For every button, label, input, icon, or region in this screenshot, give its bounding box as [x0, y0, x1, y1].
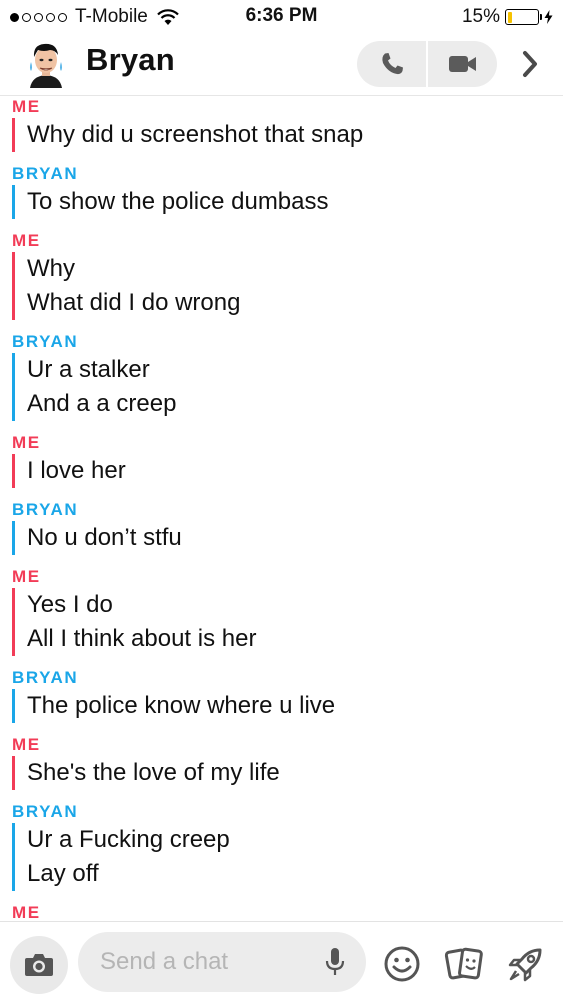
- chat-message[interactable]: To show the police dumbass: [15, 185, 563, 219]
- battery-fill: [507, 11, 512, 23]
- stickers-icon: [444, 947, 483, 980]
- message-group-me: ME Why What did I do wrong: [12, 230, 563, 320]
- sender-label: BRYAN: [12, 332, 79, 351]
- message-list: No u don’t stfu: [12, 521, 563, 555]
- message-group-bryan: BRYAN The police know where u live: [12, 667, 563, 723]
- message-group-bryan: BRYAN To show the police dumbass: [12, 163, 563, 219]
- sender-label: BRYAN: [12, 500, 79, 519]
- message-list: To show the police dumbass: [12, 185, 563, 219]
- chat-message[interactable]: Ur a stalker: [15, 353, 563, 387]
- chat-message[interactable]: Lay off: [15, 857, 563, 891]
- message-group-me: ME I love her: [12, 432, 563, 488]
- sender-label: BRYAN: [12, 802, 79, 821]
- video-icon: [448, 56, 476, 72]
- chevron-right-icon: [523, 51, 537, 77]
- message-list: Ur a stalker And a a creep: [12, 353, 563, 421]
- rocket-button[interactable]: [506, 944, 546, 984]
- chat-message[interactable]: I love her: [15, 454, 563, 488]
- chat-message[interactable]: No u don’t stfu: [15, 521, 563, 555]
- chat-transcript[interactable]: ME Why did u screenshot that snap BRYAN To …: [0, 96, 563, 921]
- chat-message[interactable]: Yes I do: [15, 588, 563, 622]
- chat-header: Bryan: [0, 34, 563, 96]
- message-group-me: ME Why did u screenshot that snap: [12, 96, 563, 152]
- chat-message[interactable]: What did I do wrong: [15, 286, 563, 320]
- chat-message[interactable]: All I think about is her: [15, 622, 563, 656]
- smiley-button[interactable]: [382, 944, 422, 984]
- stickers-button[interactable]: [444, 944, 484, 984]
- chat-input-placeholder: Send a chat: [100, 948, 229, 975]
- message-list: Yes I do All I think about is her: [12, 588, 563, 656]
- sender-label: ME: [12, 231, 41, 250]
- message-group-me: ME Yes I do All I think about is her: [12, 566, 563, 656]
- battery-icon: [505, 9, 542, 25]
- message-list: I love her: [12, 454, 563, 488]
- phone-icon: [381, 53, 403, 75]
- voice-call-button[interactable]: [357, 41, 426, 87]
- contact-name[interactable]: Bryan: [86, 42, 175, 78]
- sender-label: BRYAN: [12, 164, 79, 183]
- sender-label: ME: [12, 433, 41, 452]
- avatar-icon[interactable]: [22, 40, 70, 88]
- charging-bolt-icon: [544, 10, 553, 24]
- camera-button[interactable]: [10, 936, 68, 994]
- chevron-right-button[interactable]: [516, 48, 544, 80]
- message-group-bryan: BRYAN Ur a Fucking creep Lay off: [12, 801, 563, 891]
- rocket-icon: [508, 948, 542, 982]
- battery-percent: 15%: [461, 6, 500, 27]
- sender-label: ME: [12, 735, 41, 754]
- composer-bar: Send a chat: [0, 921, 563, 1000]
- smiley-icon: [384, 946, 420, 982]
- sender-label: BRYAN: [12, 668, 79, 687]
- chat-message[interactable]: Ur a Fucking creep: [15, 823, 563, 857]
- message-group-bryan: BRYAN No u don’t stfu: [12, 499, 563, 555]
- status-bar: T-Mobile 6:36 PM 15%: [0, 0, 563, 34]
- message-group-bryan: BRYAN Ur a stalker And a a creep: [12, 331, 563, 421]
- chat-message[interactable]: And a a creep: [15, 387, 563, 421]
- camera-icon: [25, 954, 53, 976]
- sender-label: ME: [12, 97, 41, 116]
- video-call-button[interactable]: [428, 41, 497, 87]
- message-group-me: ME: [12, 902, 563, 921]
- sender-label: ME: [12, 903, 41, 921]
- message-list: Ur a Fucking creep Lay off: [12, 823, 563, 891]
- chat-message[interactable]: She's the love of my life: [15, 756, 563, 790]
- message-list: Why did u screenshot that snap: [12, 118, 563, 152]
- message-list: She's the love of my life: [12, 756, 563, 790]
- chat-input[interactable]: Send a chat: [78, 932, 366, 992]
- message-list: Why What did I do wrong: [12, 252, 563, 320]
- message-list: The police know where u live: [12, 689, 563, 723]
- call-buttons: [357, 41, 497, 87]
- message-group-me: ME She's the love of my life: [12, 734, 563, 790]
- mic-icon[interactable]: [324, 947, 346, 977]
- chat-message[interactable]: Why did u screenshot that snap: [15, 118, 563, 152]
- chat-message[interactable]: Why: [15, 252, 563, 286]
- chat-message[interactable]: The police know where u live: [15, 689, 563, 723]
- sender-label: ME: [12, 567, 41, 586]
- status-right: 15%: [462, 6, 553, 28]
